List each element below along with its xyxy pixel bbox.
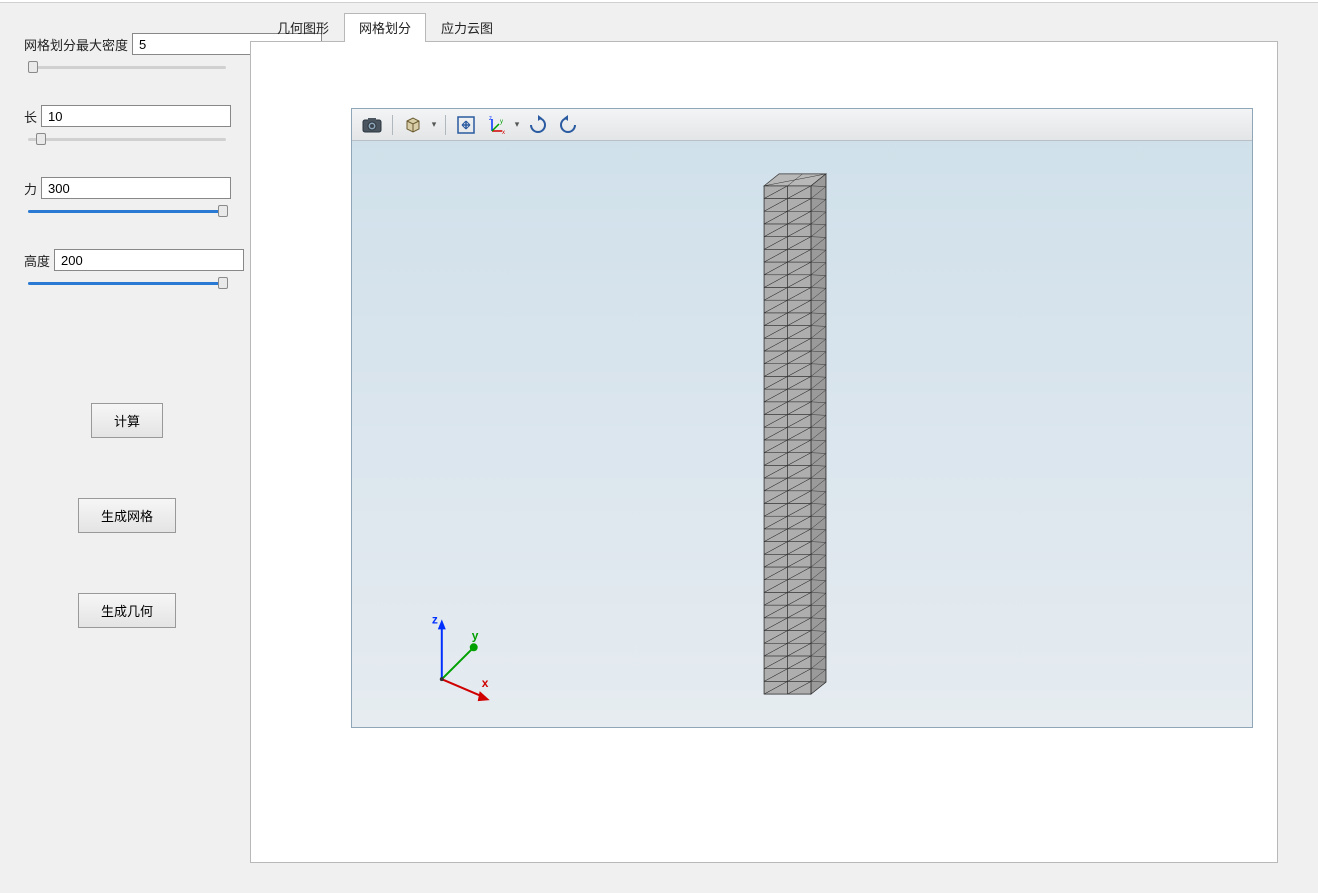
slider-fill: [28, 210, 220, 213]
toolbar-separator: [445, 115, 446, 135]
label-force: 力: [24, 179, 37, 198]
svg-text:y: y: [472, 628, 479, 642]
slider-height[interactable]: [24, 273, 230, 293]
tab-bar: 几何图形 网格划分 应力云图: [262, 13, 1278, 42]
slider-track: [28, 138, 226, 141]
sidebar: 网格划分最大密度 长 力 高度: [0, 3, 250, 893]
generate-mesh-button[interactable]: 生成网格: [78, 498, 176, 533]
axes-icon[interactable]: z yx: [482, 112, 510, 138]
mesh-rendering: z y x: [352, 141, 1252, 727]
viewport-3d[interactable]: ▾ zyx ▾ zyx: [351, 108, 1253, 728]
slider-thumb[interactable]: [218, 277, 228, 289]
cube-icon[interactable]: [399, 112, 427, 138]
action-buttons: 计算 生成网格 生成几何: [24, 403, 230, 628]
slider-track: [28, 66, 226, 69]
slider-length[interactable]: [24, 129, 230, 149]
slider-fill: [28, 282, 220, 285]
slider-mesh-density[interactable]: [24, 57, 230, 77]
content-area: 几何图形 网格划分 应力云图 ▾: [250, 3, 1318, 893]
tab-geometry[interactable]: 几何图形: [262, 13, 344, 42]
axes-dropdown-icon[interactable]: ▾: [512, 119, 522, 130]
main-layout: 网格划分最大密度 长 力 高度: [0, 3, 1318, 893]
input-length[interactable]: [41, 105, 231, 127]
label-height: 高度: [24, 251, 50, 270]
label-length: 长: [24, 107, 37, 126]
cube-dropdown-icon[interactable]: ▾: [429, 119, 439, 130]
camera-icon[interactable]: [358, 112, 386, 138]
rotate-ccw-icon[interactable]: [554, 112, 582, 138]
tab-mesh[interactable]: 网格划分: [344, 13, 426, 42]
slider-thumb[interactable]: [28, 61, 38, 73]
field-mesh-density: 网格划分最大密度: [24, 33, 230, 55]
viewport-frame: ▾ zyx ▾ zyx: [250, 41, 1278, 863]
svg-text:z: z: [489, 116, 492, 122]
field-force: 力: [24, 177, 230, 199]
rotate-cw-icon[interactable]: [524, 112, 552, 138]
calculate-button[interactable]: 计算: [91, 403, 163, 438]
label-mesh-density: 网格划分最大密度: [24, 35, 128, 54]
svg-text:x: x: [502, 130, 505, 135]
field-length: 长: [24, 105, 230, 127]
slider-force[interactable]: [24, 201, 230, 221]
input-height[interactable]: [54, 249, 244, 271]
slider-thumb[interactable]: [36, 133, 46, 145]
slider-thumb[interactable]: [218, 205, 228, 217]
toolbar-separator: [392, 115, 393, 135]
viewport-toolbar: ▾ z yx ▾: [352, 109, 1252, 141]
tab-stress[interactable]: 应力云图: [426, 13, 508, 42]
field-height: 高度: [24, 249, 230, 271]
svg-text:z: z: [432, 612, 438, 626]
svg-text:x: x: [482, 676, 489, 690]
fit-view-icon[interactable]: [452, 112, 480, 138]
generate-geometry-button[interactable]: 生成几何: [78, 593, 176, 628]
svg-text:y: y: [500, 119, 503, 125]
input-force[interactable]: [41, 177, 231, 199]
